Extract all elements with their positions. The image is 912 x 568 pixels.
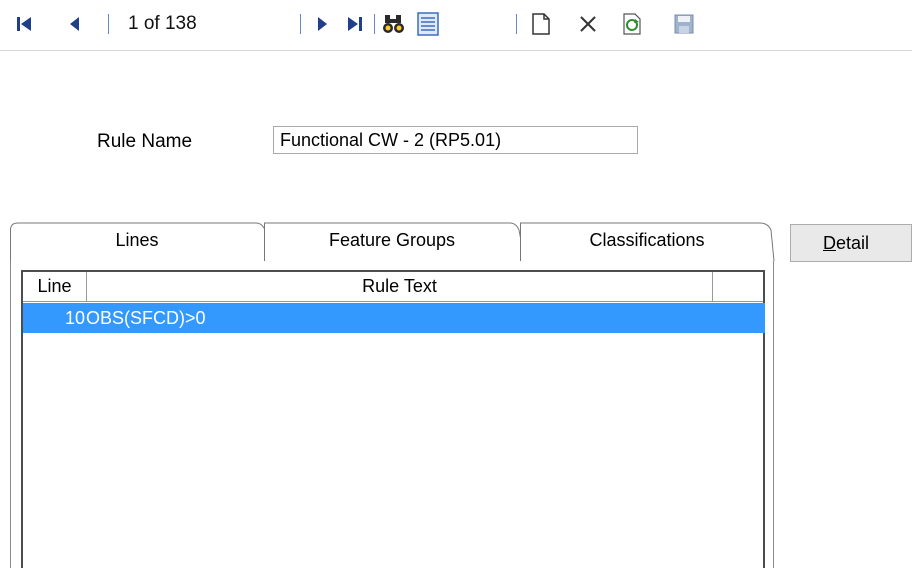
tab-lines[interactable]: Lines <box>10 222 272 262</box>
tab-lines-label: Lines <box>115 230 159 250</box>
toolbar-separator <box>300 14 301 34</box>
column-header-line[interactable]: Line <box>23 272 87 301</box>
last-record-icon[interactable] <box>343 12 367 36</box>
record-toolbar: 1 of 138 <box>0 0 912 51</box>
detail-accelerator: D <box>823 232 836 253</box>
new-record-icon[interactable] <box>529 12 553 36</box>
row-rule-text: OBS(SFCD)>0 <box>86 308 206 328</box>
toolbar-separator <box>516 14 517 34</box>
detail-label: etail <box>836 232 870 253</box>
delete-icon[interactable] <box>576 12 600 36</box>
toolbar-separator <box>374 14 375 34</box>
row-line-number: 10 <box>64 308 85 328</box>
first-record-icon[interactable] <box>12 12 36 36</box>
table-row[interactable]: 10 OBS(SFCD)>0 <box>23 303 765 333</box>
list-view-icon[interactable] <box>416 12 440 36</box>
detail-button[interactable]: Detail <box>790 224 912 262</box>
previous-record-icon[interactable] <box>62 12 86 36</box>
tab-classifications[interactable]: Classifications <box>520 222 775 262</box>
tab-classifications-label: Classifications <box>589 230 705 250</box>
tab-feature-groups-label: Feature Groups <box>328 230 456 250</box>
save-icon[interactable] <box>672 12 696 36</box>
next-record-icon[interactable] <box>311 12 335 36</box>
rule-lines-grid[interactable]: Line Rule Text 10 OBS(SFCD)>0 <box>21 270 765 568</box>
column-header-rule-text[interactable]: Rule Text <box>87 272 713 301</box>
record-position: 1 of 138 <box>128 13 197 34</box>
rule-name-label: Rule Name <box>97 131 193 152</box>
grid-header: Line Rule Text <box>23 272 763 302</box>
rule-name-input[interactable] <box>273 126 638 154</box>
refresh-icon[interactable] <box>620 12 644 36</box>
find-icon[interactable] <box>382 12 406 36</box>
toolbar-separator <box>108 14 109 34</box>
tab-feature-groups[interactable]: Feature Groups <box>264 222 526 262</box>
